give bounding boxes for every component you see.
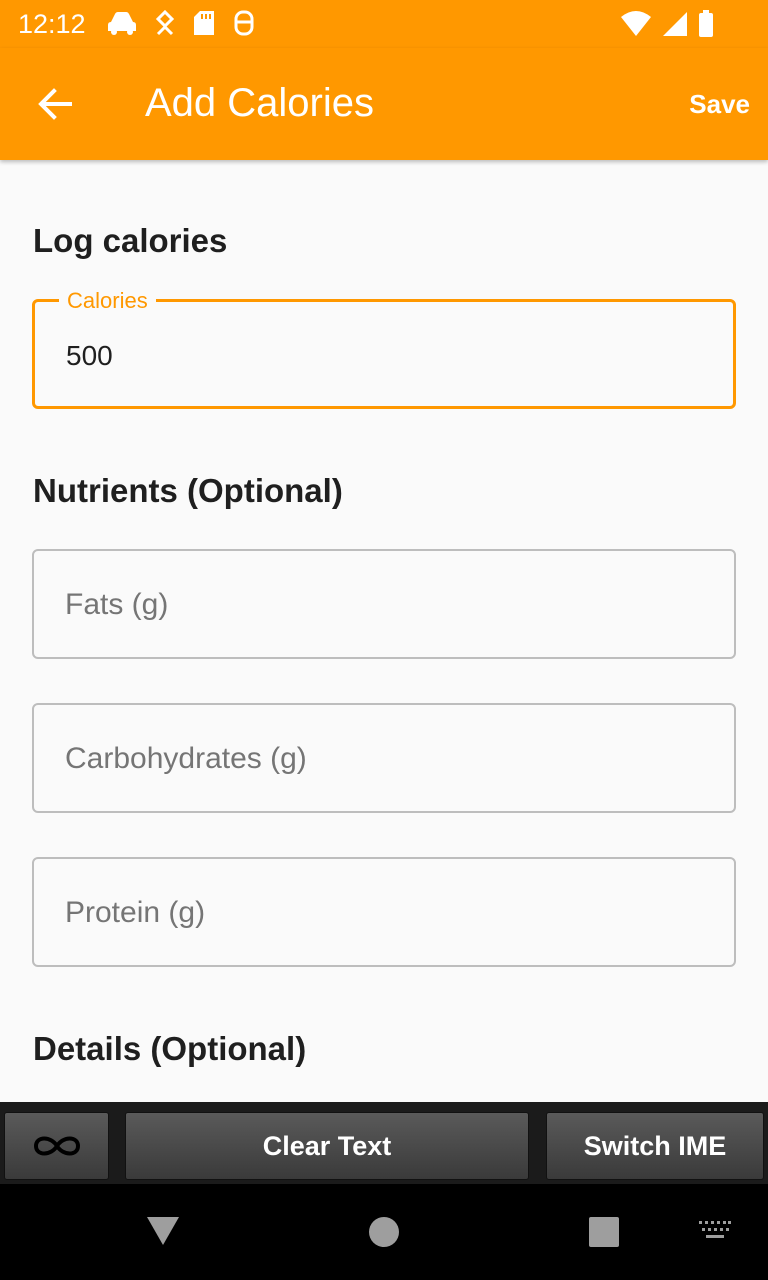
location-icon <box>155 10 175 36</box>
fats-field-placeholder: Fats (g) <box>65 588 169 621</box>
status-bar: 12:12 <box>0 0 768 48</box>
calories-field-value[interactable]: 500 <box>66 340 113 372</box>
back-button[interactable] <box>36 84 76 124</box>
switch-ime-button[interactable]: Switch IME <box>546 1112 764 1180</box>
details-heading: Details (Optional) <box>33 1030 307 1067</box>
clear-text-button[interactable]: Clear Text <box>125 1112 529 1180</box>
home-circle-icon[interactable] <box>368 1216 400 1248</box>
back-triangle-icon[interactable] <box>146 1216 180 1246</box>
sd-card-icon <box>194 11 214 35</box>
keyboard-icon[interactable] <box>698 1220 732 1242</box>
log-calories-heading: Log calories <box>33 222 228 259</box>
calories-field-label: Calories <box>59 288 156 314</box>
status-time: 12:12 <box>18 9 86 39</box>
nutrients-heading: Nutrients (Optional) <box>33 472 343 509</box>
status-icons-right <box>620 10 714 38</box>
infinity-button[interactable] <box>4 1112 109 1180</box>
form-content: Log calories Calories 500 Nutrients (Opt… <box>0 160 768 1102</box>
recents-square-icon[interactable] <box>589 1217 619 1247</box>
app-bar: Add Calories Save <box>0 48 768 160</box>
arrow-back-icon <box>38 88 72 120</box>
navigation-bar <box>0 1184 768 1280</box>
protein-field-placeholder: Protein (g) <box>65 896 206 929</box>
battery-icon <box>699 10 713 37</box>
status-icons-left <box>107 10 255 36</box>
page-title: Add Calories <box>145 81 375 125</box>
car-icon <box>108 12 136 35</box>
infinity-icon <box>33 1136 80 1156</box>
protein-field[interactable]: Protein (g) <box>32 857 736 967</box>
fats-field[interactable]: Fats (g) <box>32 549 736 659</box>
calories-field[interactable]: Calories 500 <box>32 288 736 409</box>
signal-icon <box>663 12 687 36</box>
carbohydrates-field-placeholder: Carbohydrates (g) <box>65 742 307 775</box>
wifi-icon <box>621 11 651 36</box>
carbohydrates-field[interactable]: Carbohydrates (g) <box>32 703 736 813</box>
ime-toolbar: Clear Text Switch IME <box>0 1102 768 1184</box>
notification-icon <box>234 10 254 36</box>
save-button[interactable]: Save <box>689 89 750 120</box>
